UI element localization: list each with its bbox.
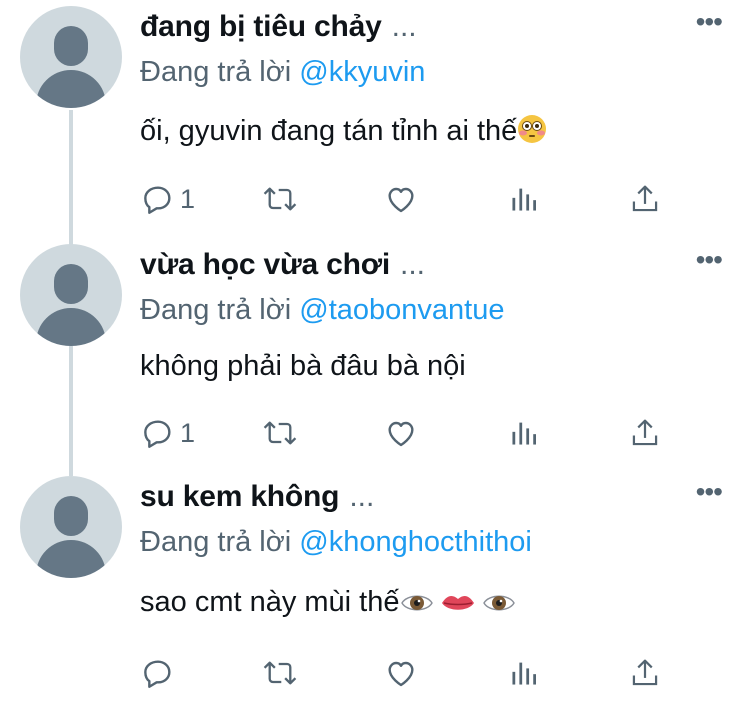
analytics-button[interactable] bbox=[510, 410, 538, 456]
analytics-button[interactable] bbox=[510, 176, 538, 222]
replying-to-label: Đang trả lời bbox=[140, 294, 292, 326]
reply-button[interactable]: 1 bbox=[142, 410, 195, 456]
tweet-actions: 1 bbox=[0, 410, 750, 456]
tweet-text: sao cmt này mùi thế bbox=[140, 586, 516, 623]
reply-button[interactable] bbox=[142, 650, 180, 696]
avatar-head-shape bbox=[54, 264, 88, 304]
author-row: đang bị tiêu chảy ... bbox=[140, 10, 417, 44]
replying-to: Đang trả lời @khonghocthithoi bbox=[140, 526, 532, 559]
replying-to-handle[interactable]: @khonghocthithoi bbox=[299, 526, 532, 558]
author-name[interactable]: su kem không bbox=[140, 480, 340, 514]
name-truncation: ... bbox=[349, 480, 375, 513]
share-button[interactable] bbox=[630, 410, 660, 456]
replying-to: Đang trả lời @taobonvantue bbox=[140, 294, 504, 327]
share-icon bbox=[632, 419, 658, 446]
analytics-icon bbox=[512, 422, 536, 445]
like-button[interactable] bbox=[384, 410, 418, 456]
tweet-actions: 1 bbox=[0, 176, 750, 222]
analytics-button[interactable] bbox=[510, 650, 538, 696]
avatar-head-shape bbox=[54, 26, 88, 66]
replying-to-label: Đang trả lời bbox=[140, 526, 292, 558]
reply-tweet[interactable]: đang bị tiêu chảy ... ••• Đang trả lời @… bbox=[0, 0, 750, 234]
avatar-head-shape bbox=[54, 496, 88, 536]
avatar-shoulders-shape bbox=[36, 70, 106, 108]
tweet-text-content: không phải bà đâu bà nội bbox=[140, 350, 466, 382]
like-button[interactable] bbox=[384, 650, 418, 696]
author-name[interactable]: đang bị tiêu chảy bbox=[140, 10, 382, 44]
reply-count: 1 bbox=[180, 417, 196, 448]
share-button[interactable] bbox=[630, 650, 660, 696]
more-options-icon[interactable]: ••• bbox=[696, 244, 723, 276]
analytics-icon bbox=[512, 662, 536, 685]
flushed-face-emoji bbox=[517, 114, 547, 152]
eye-emoji bbox=[482, 590, 516, 623]
analytics-icon bbox=[512, 188, 536, 211]
avatar[interactable] bbox=[20, 244, 122, 346]
replying-to: Đang trả lời @kkyuvin bbox=[140, 56, 425, 89]
share-icon bbox=[632, 185, 658, 212]
tweet-text: ối, gyuvin đang tán tỉnh ai thế bbox=[140, 114, 547, 152]
replying-to-handle[interactable]: @kkyuvin bbox=[299, 56, 425, 88]
author-row: vừa học vừa chơi ... bbox=[140, 248, 425, 282]
mouth-emoji bbox=[440, 590, 476, 623]
avatar-shoulders-shape bbox=[36, 308, 106, 346]
reply-icon bbox=[144, 420, 171, 448]
heart-icon bbox=[388, 187, 414, 213]
share-icon bbox=[632, 659, 658, 686]
reply-icon bbox=[144, 660, 171, 688]
share-button[interactable] bbox=[630, 176, 660, 222]
more-options-icon[interactable]: ••• bbox=[696, 6, 723, 38]
tweet-text: không phải bà đâu bà nội bbox=[140, 350, 466, 383]
more-options-icon[interactable]: ••• bbox=[696, 476, 723, 508]
retweet-icon bbox=[263, 187, 297, 211]
reply-icon bbox=[144, 186, 171, 214]
replying-to-label: Đang trả lời bbox=[140, 56, 292, 88]
name-truncation: ... bbox=[391, 10, 417, 43]
retweet-button[interactable] bbox=[262, 650, 298, 696]
retweet-icon bbox=[263, 661, 297, 685]
tweet-text-content: sao cmt này mùi thế bbox=[140, 586, 400, 618]
like-button[interactable] bbox=[384, 176, 418, 222]
retweet-icon bbox=[263, 421, 297, 445]
avatar[interactable] bbox=[20, 476, 122, 578]
retweet-button[interactable] bbox=[262, 176, 298, 222]
name-truncation: ... bbox=[400, 248, 426, 281]
avatar-shoulders-shape bbox=[36, 540, 106, 578]
tweet-actions bbox=[0, 650, 750, 696]
retweet-button[interactable] bbox=[262, 410, 298, 456]
avatar[interactable] bbox=[20, 6, 122, 108]
heart-icon bbox=[388, 421, 414, 447]
eye-emoji bbox=[400, 590, 434, 623]
reply-tweet[interactable]: su kem không ... ••• Đang trả lời @khong… bbox=[0, 470, 750, 703]
reply-tweet[interactable]: vừa học vừa chơi ... ••• Đang trả lời @t… bbox=[0, 238, 750, 472]
tweet-text-content: ối, gyuvin đang tán tỉnh ai thế bbox=[140, 115, 518, 147]
author-row: su kem không ... bbox=[140, 480, 374, 514]
replying-to-handle[interactable]: @taobonvantue bbox=[299, 294, 504, 326]
reply-button[interactable]: 1 bbox=[142, 176, 195, 222]
author-name[interactable]: vừa học vừa chơi bbox=[140, 248, 390, 282]
heart-icon bbox=[388, 661, 414, 687]
reply-count: 1 bbox=[180, 183, 196, 214]
